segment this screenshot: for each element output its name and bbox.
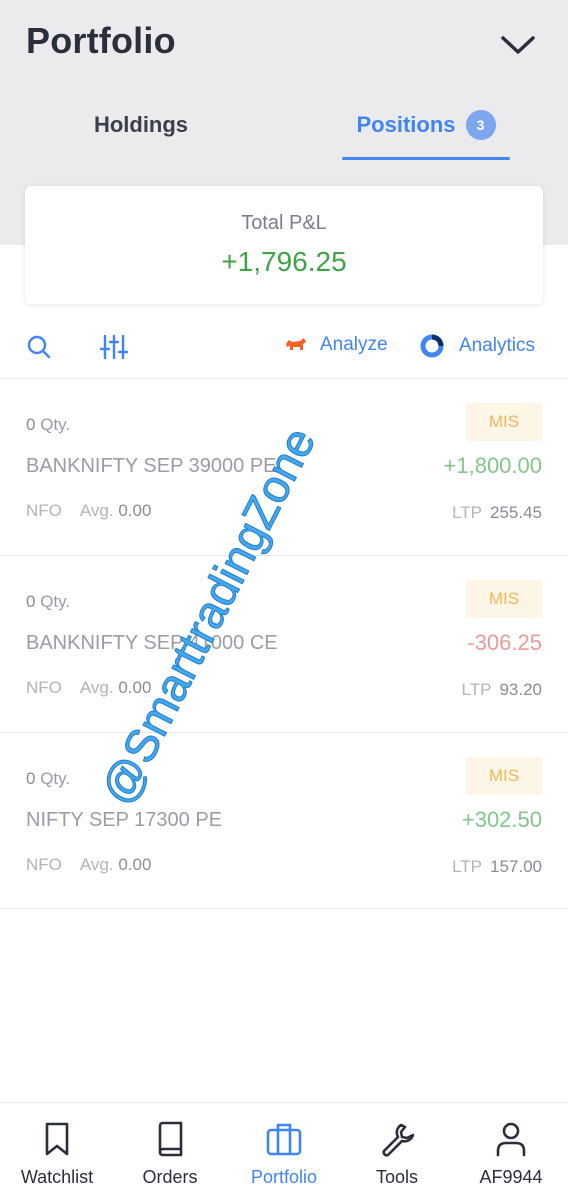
filter-button[interactable] [99, 332, 129, 362]
position-ltp: LTP 157.00 [452, 857, 542, 876]
position-pnl: +1,800.00 [443, 453, 542, 478]
position-row[interactable]: 0 Qty. BANKNIFTY SEP 41000 CE NFO Avg. 0.… [0, 556, 568, 732]
position-row[interactable]: 0 Qty. BANKNIFTY SEP 39000 PE NFO Avg. 0.… [0, 379, 568, 555]
nav-portfolio[interactable]: Portfolio [227, 1103, 341, 1201]
collapse-button[interactable] [496, 28, 540, 62]
total-pnl-value: +1,796.25 [221, 246, 347, 277]
analyze-button[interactable]: Analyze [284, 334, 388, 356]
page-title: Portfolio [26, 20, 176, 61]
tab-holdings[interactable]: Holdings [40, 96, 242, 154]
bottom-nav: Watchlist Orders Portfolio Tools AF9944 [0, 1102, 568, 1201]
positions-toolbar: Analyze Analytics [0, 318, 568, 378]
position-qty: 0 Qty. [26, 769, 71, 788]
nav-orders[interactable]: Orders [113, 1103, 227, 1201]
tab-positions-label: Positions [356, 112, 456, 137]
position-ltp: LTP 93.20 [461, 680, 542, 699]
position-pnl: -306.25 [467, 630, 542, 655]
row-divider [0, 908, 568, 909]
bull-icon [286, 338, 306, 350]
position-ltp: LTP 255.45 [452, 503, 542, 522]
position-exchange: NFO Avg. 0.00 [26, 501, 152, 520]
nav-portfolio-label: Portfolio [250, 1167, 318, 1187]
total-pnl-card: Total P&L +1,796.25 [25, 186, 543, 304]
chevron-down-icon [501, 36, 535, 54]
briefcase-icon [266, 1123, 302, 1156]
product-badge: MIS [466, 757, 542, 795]
positions-count-badge: 3 [465, 110, 496, 140]
position-qty: 0 Qty. [26, 592, 71, 611]
tab-positions[interactable]: Positions 3 [342, 96, 510, 160]
sliders-icon [100, 334, 128, 360]
search-icon [27, 335, 51, 359]
analytics-button[interactable]: Analytics [420, 334, 535, 358]
total-pnl-label: Total P&L [241, 212, 327, 234]
nav-watchlist-label: Watchlist [20, 1167, 94, 1187]
position-pnl: +302.50 [461, 807, 542, 832]
nav-tools-label: Tools [375, 1167, 419, 1187]
position-instrument: BANKNIFTY SEP 39000 PE [26, 455, 277, 477]
user-icon [496, 1122, 526, 1157]
nav-account-label: AF9944 [479, 1167, 543, 1187]
analytics-ring-icon [420, 334, 444, 358]
product-badge: MIS [466, 403, 542, 441]
nav-account[interactable]: AF9944 [454, 1103, 568, 1201]
position-exchange: NFO Avg. 0.00 [26, 678, 152, 697]
position-instrument: BANKNIFTY SEP 41000 CE [26, 632, 278, 654]
position-row[interactable]: 0 Qty. NIFTY SEP 17300 PE NFO Avg. 0.00 M… [0, 733, 568, 909]
product-badge: MIS [466, 580, 542, 618]
search-button[interactable] [24, 332, 54, 362]
position-qty: 0 Qty. [26, 415, 71, 434]
nav-orders-label: Orders [142, 1167, 198, 1187]
position-exchange: NFO Avg. 0.00 [26, 855, 152, 874]
wrench-icon [382, 1123, 415, 1157]
nav-tools[interactable]: Tools [340, 1103, 454, 1201]
position-instrument: NIFTY SEP 17300 PE [26, 809, 223, 831]
analytics-label: Analytics [459, 335, 536, 356]
book-icon [158, 1121, 183, 1157]
analyze-label: Analyze [320, 334, 388, 355]
bookmark-icon [45, 1122, 69, 1156]
nav-watchlist[interactable]: Watchlist [0, 1103, 114, 1201]
tab-holdings-label: Holdings [93, 112, 189, 137]
